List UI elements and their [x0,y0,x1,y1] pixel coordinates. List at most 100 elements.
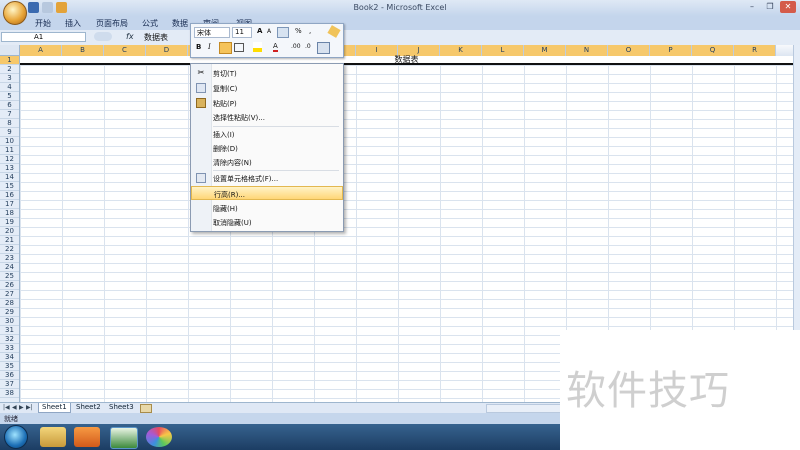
row-header-13[interactable]: 13 [0,164,19,173]
row-header-34[interactable]: 34 [0,353,19,362]
row-header-1[interactable]: 1 [0,56,19,65]
row-header-8[interactable]: 8 [0,119,19,128]
column-header-i[interactable]: I [356,45,398,56]
column-header-k[interactable]: K [440,45,482,56]
row-header-11[interactable]: 11 [0,146,19,155]
row-header-35[interactable]: 35 [0,362,19,371]
column-header-c[interactable]: C [104,45,146,56]
menu-item-cut[interactable]: ✂ 剪切(T) [191,66,343,80]
first-sheet-icon[interactable]: |◀ [3,404,10,411]
explorer-taskbar-icon[interactable] [40,427,66,447]
restore-button[interactable]: ❐ [762,1,778,13]
close-button[interactable]: ✕ [780,1,796,13]
shrink-font-icon[interactable]: A [267,28,271,35]
column-header-o[interactable]: O [608,45,650,56]
menu-item-paste-special[interactable]: 选择性粘贴(V)... [191,110,343,124]
column-header-m[interactable]: M [524,45,566,56]
fill-color-icon[interactable] [253,42,262,52]
formula-input[interactable]: 数据表 [144,32,168,43]
row-header-25[interactable]: 25 [0,272,19,281]
row-header-22[interactable]: 22 [0,245,19,254]
italic-button[interactable]: I [208,43,211,51]
row-header-23[interactable]: 23 [0,254,19,263]
row-header-30[interactable]: 30 [0,317,19,326]
row-header-14[interactable]: 14 [0,173,19,182]
menu-item-row-height[interactable]: 行高(R)... [191,186,343,200]
tab-data[interactable]: 数据 [172,18,188,29]
start-button[interactable] [4,425,28,449]
insert-sheet-icon[interactable] [140,404,152,413]
column-header-l[interactable]: L [482,45,524,56]
menu-item-hide[interactable]: 隐藏(H) [191,201,343,215]
comma-icon[interactable]: , [309,27,311,35]
name-box[interactable]: A1 [1,32,86,42]
sheet-tab-3[interactable]: Sheet3 [106,403,137,412]
menu-item-format-cells[interactable]: 设置单元格格式(F)... [191,171,343,185]
media-taskbar-icon[interactable] [74,427,100,447]
column-header-r[interactable]: R [734,45,776,56]
font-color-icon[interactable]: A [273,42,278,52]
column-header-b[interactable]: B [62,45,104,56]
row-header-36[interactable]: 36 [0,371,19,380]
row-header-3[interactable]: 3 [0,74,19,83]
row-header-31[interactable]: 31 [0,326,19,335]
merge-center-icon[interactable] [317,42,330,54]
row-header-28[interactable]: 28 [0,299,19,308]
row-header-29[interactable]: 29 [0,308,19,317]
column-header-p[interactable]: P [650,45,692,56]
row-header-20[interactable]: 20 [0,227,19,236]
row-header-6[interactable]: 6 [0,101,19,110]
row-header-10[interactable]: 10 [0,137,19,146]
row-header-18[interactable]: 18 [0,209,19,218]
row-header-24[interactable]: 24 [0,263,19,272]
expand-icon[interactable] [94,32,112,41]
format-painter-icon[interactable] [327,25,341,38]
sheet-tab-2[interactable]: Sheet2 [73,403,104,412]
column-header-a[interactable]: A [20,45,62,56]
row-header-21[interactable]: 21 [0,236,19,245]
menu-item-paste[interactable]: 粘贴(P) [191,96,343,110]
undo-icon[interactable] [42,2,53,13]
next-sheet-icon[interactable]: ▶ [19,404,24,411]
last-sheet-icon[interactable]: ▶| [26,404,33,411]
select-all-corner[interactable] [0,45,20,56]
save-icon[interactable] [28,2,39,13]
bold-button[interactable]: B [196,43,201,51]
row-header-26[interactable]: 26 [0,281,19,290]
row-header-16[interactable]: 16 [0,191,19,200]
decrease-decimal-icon[interactable]: .0 [305,43,311,50]
row-header-17[interactable]: 17 [0,200,19,209]
percent-icon[interactable]: % [295,27,302,35]
menu-item-delete[interactable]: 删除(D) [191,141,343,155]
menu-item-copy[interactable]: 复制(C) [191,81,343,95]
menu-item-clear-contents[interactable]: 清除内容(N) [191,155,343,169]
row-header-38[interactable]: 38 [0,389,19,398]
row-header-37[interactable]: 37 [0,380,19,389]
tab-home[interactable]: 开始 [35,18,51,29]
row-header-12[interactable]: 12 [0,155,19,164]
column-header-q[interactable]: Q [692,45,734,56]
minimize-button[interactable]: – [744,1,760,13]
tab-page-layout[interactable]: 页面布局 [96,18,128,29]
row-header-32[interactable]: 32 [0,335,19,344]
menu-item-unhide[interactable]: 取消隐藏(U) [191,215,343,229]
fx-icon[interactable]: fx [126,32,134,41]
row-header-33[interactable]: 33 [0,344,19,353]
row-header-9[interactable]: 9 [0,128,19,137]
row-header-2[interactable]: 2 [0,65,19,74]
row-header-4[interactable]: 4 [0,83,19,92]
menu-item-insert[interactable]: 插入(I) [191,127,343,141]
accounting-format-icon[interactable] [277,27,289,38]
prev-sheet-icon[interactable]: ◀ [12,404,17,411]
row-header-19[interactable]: 19 [0,218,19,227]
borders-icon[interactable] [234,43,244,52]
sheet-tab-1[interactable]: Sheet1 [38,403,71,413]
app-taskbar-icon[interactable] [146,427,172,447]
row-header-5[interactable]: 5 [0,92,19,101]
excel-taskbar-icon[interactable] [110,427,138,449]
tab-formulas[interactable]: 公式 [142,18,158,29]
redo-icon[interactable] [56,2,67,13]
column-header-d[interactable]: D [146,45,188,56]
center-align-icon[interactable] [219,42,232,54]
font-size-select[interactable]: 11 [232,27,252,38]
